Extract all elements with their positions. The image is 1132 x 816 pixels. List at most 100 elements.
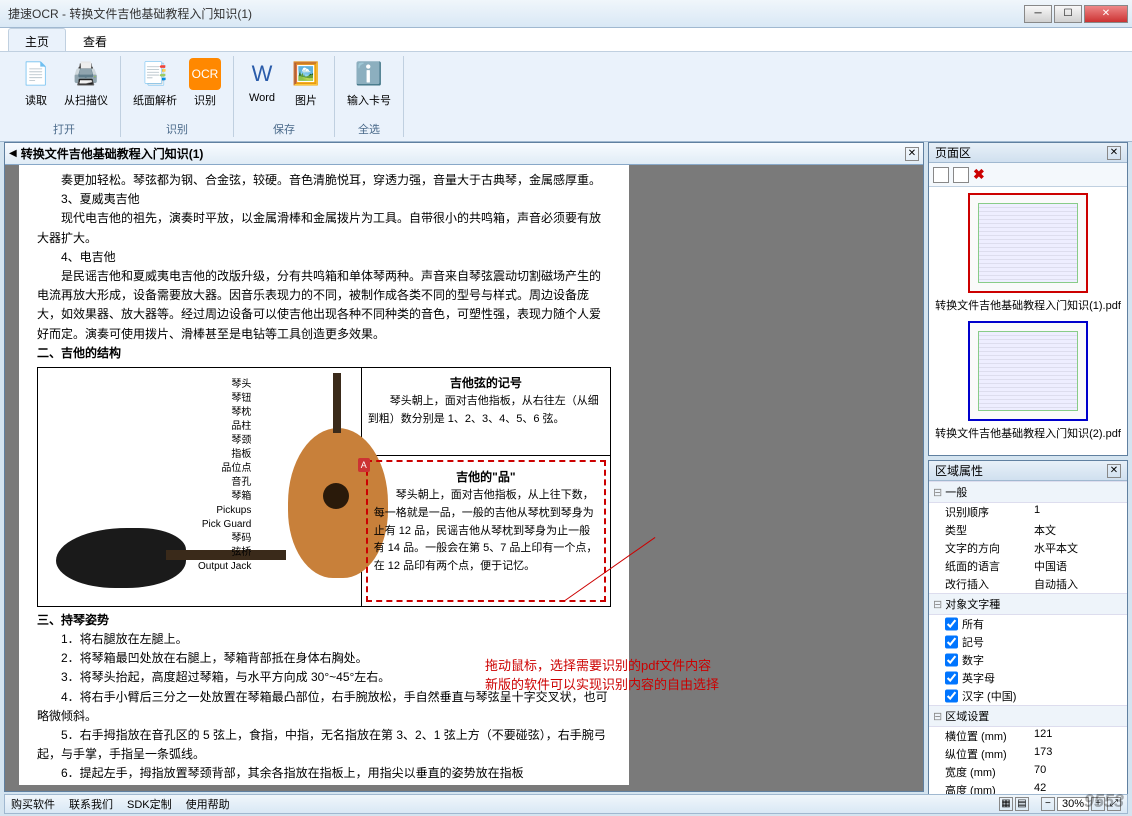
ocr-button[interactable]: OCR识别: [183, 56, 227, 121]
properties-list: 一般 识别顺序1 类型本文 文字的方向水平本文 纸面的语言中国语 改行插入自动插…: [929, 481, 1127, 799]
heading-3: 3、夏威夷吉他: [37, 190, 611, 209]
selection-region[interactable]: A 吉他的"品" 琴头朝上，面对吉他指板，从上往下数，每一格就是一品，一般的吉他…: [366, 460, 606, 602]
delete-page-icon[interactable]: ✖: [973, 166, 985, 183]
status-link-sdk[interactable]: SDK定制: [127, 796, 172, 812]
prop-group-general[interactable]: 一般: [929, 481, 1127, 503]
prop-group-region[interactable]: 区域设置: [929, 705, 1127, 727]
guitar-diagram: 琴头 琴钮 琴枕 品柱 琴颈 指板 品位点 音孔 琴箱 Pickups Pick…: [37, 367, 611, 607]
read-button[interactable]: 📄读取: [14, 56, 58, 121]
view-mode-icon[interactable]: ▦: [999, 797, 1013, 811]
ocr-icon: OCR: [189, 58, 221, 90]
view-mode-2[interactable]: [953, 167, 969, 183]
document-tab[interactable]: 转换文件吉他基础教程入门知识(1): [21, 145, 204, 162]
electric-guitar-shape: [56, 528, 186, 588]
thumbnail-label: 转换文件吉他基础教程入门知识(1).pdf: [935, 297, 1121, 313]
status-link-help[interactable]: 使用帮助: [186, 796, 230, 812]
diagram-right: 吉他弦的记号 琴头朝上，面对吉他指板，从右往左（从细到粗）数分别是 1、2、3、…: [362, 368, 610, 606]
status-link-buy[interactable]: 购买软件: [11, 796, 55, 812]
scanner-button[interactable]: 🖨️从扫描仪: [58, 56, 114, 121]
box-body: 琴头朝上，面对吉他指板，从上往下数，每一格就是一品，一般的吉他从琴枕到琴身为止有…: [374, 487, 598, 575]
box-body: 琴头朝上，面对吉他指板，从右往左（从细到粗）数分别是 1、2、3、4、5、6 弦…: [368, 393, 604, 428]
document-panel: ◀ 转换文件吉他基础教程入门知识(1) ✕ 奏更加轻松。琴弦都为钢、合金弦，较硬…: [4, 142, 924, 792]
list-item: 5．右手拇指放在音孔区的 5 弦上，食指，中指，无名指放在第 3、2、1 弦上方…: [37, 726, 611, 764]
region-marker-icon: A: [358, 458, 370, 472]
prop-row[interactable]: 横位置 (mm)121: [929, 727, 1127, 745]
chevron-left-icon[interactable]: ◀: [9, 148, 17, 159]
checkbox-hanzi[interactable]: [945, 688, 958, 704]
page-thumbnail[interactable]: 转换文件吉他基础教程入门知识(1).pdf: [935, 193, 1121, 313]
prop-row-checkbox[interactable]: 記号: [929, 633, 1127, 651]
document-viewport[interactable]: 奏更加轻松。琴弦都为钢、合金弦，较硬。音色清脆悦耳，穿透力强，音量大于古典琴，金…: [5, 165, 923, 791]
pages-toolbar: ✖: [929, 163, 1127, 187]
status-bar: 购买软件 联系我们 SDK定制 使用帮助 ▦ ▤ − 30% + ⤢: [4, 794, 1128, 814]
card-button[interactable]: ℹ️输入卡号: [341, 56, 397, 121]
ribbon-group-open: 📄读取 🖨️从扫描仪 打开: [8, 56, 121, 137]
prop-row[interactable]: 宽度 (mm)70: [929, 763, 1127, 781]
checkbox-digit[interactable]: [945, 652, 958, 668]
ribbon: 📄读取 🖨️从扫描仪 打开 📑纸面解析 OCR识别 识别 WWord 🖼️图片 …: [0, 52, 1132, 142]
info-icon: ℹ️: [353, 58, 385, 90]
properties-panel-header: 区域属性 ✕: [929, 461, 1127, 481]
body-text: 现代电吉他的祖先，演奏时平放，以金属滑棒和金属拨片为工具。自带很小的共鸣箱，声音…: [37, 209, 611, 247]
view-mode-1[interactable]: [933, 167, 949, 183]
document-tab-bar: ◀ 转换文件吉他基础教程入门知识(1) ✕: [5, 143, 923, 165]
ribbon-tabs: 主页 查看: [0, 28, 1132, 52]
ribbon-group-save: WWord 🖼️图片 保存: [234, 56, 335, 137]
string-notation-box: 吉他弦的记号 琴头朝上，面对吉他指板，从右往左（从细到粗）数分别是 1、2、3、…: [362, 368, 610, 456]
document-tab-close[interactable]: ✕: [905, 147, 919, 161]
checkbox-alpha[interactable]: [945, 670, 958, 686]
parse-button[interactable]: 📑纸面解析: [127, 56, 183, 121]
prop-row[interactable]: 类型本文: [929, 521, 1127, 539]
zoom-out-button[interactable]: −: [1041, 797, 1055, 811]
parse-icon: 📑: [139, 58, 171, 90]
word-button[interactable]: WWord: [240, 56, 284, 121]
main-area: ◀ 转换文件吉他基础教程入门知识(1) ✕ 奏更加轻松。琴弦都为钢、合金弦，较硬…: [4, 142, 1128, 792]
checkbox-symbol[interactable]: [945, 634, 958, 650]
minimize-button[interactable]: ─: [1024, 5, 1052, 23]
ribbon-group-select: ℹ️输入卡号 全选: [335, 56, 404, 137]
image-button[interactable]: 🖼️图片: [284, 56, 328, 121]
part-labels: 琴头 琴钮 琴枕 品柱 琴颈 指板 品位点 音孔 琴箱 Pickups Pick…: [198, 378, 251, 574]
prop-row[interactable]: 纵位置 (mm)173: [929, 745, 1127, 763]
watermark: 9553: [1084, 791, 1124, 812]
checkbox-all[interactable]: [945, 616, 958, 632]
prop-row[interactable]: 文字的方向水平本文: [929, 539, 1127, 557]
maximize-button[interactable]: ☐: [1054, 5, 1082, 23]
prop-row[interactable]: 识别顺序1: [929, 503, 1127, 521]
prop-group-charset[interactable]: 对象文字種: [929, 593, 1127, 615]
heading-hold: 三、持琴姿势: [37, 611, 611, 630]
status-link-contact[interactable]: 联系我们: [69, 796, 113, 812]
right-column: 页面区 ✕ ✖ 转换文件吉他基础教程入门知识(1).pdf 转换文件吉他基础教程…: [928, 142, 1128, 792]
thumbnail-image: [968, 193, 1088, 293]
prop-row[interactable]: 改行插入自动插入: [929, 575, 1127, 593]
group-label-save: 保存: [273, 121, 295, 137]
body-text: 奏更加轻松。琴弦都为钢、合金弦，较硬。音色清脆悦耳，穿透力强，音量大于古典琴，金…: [37, 171, 611, 190]
heading-structure: 二、吉他的结构: [37, 344, 611, 363]
prop-row[interactable]: 纸面的语言中国语: [929, 557, 1127, 575]
page-thumbnail[interactable]: 转换文件吉他基础教程入门知识(2).pdf: [935, 321, 1121, 441]
prop-row-checkbox[interactable]: 所有: [929, 615, 1127, 633]
prop-row-checkbox[interactable]: 数字: [929, 651, 1127, 669]
close-button[interactable]: ✕: [1084, 5, 1128, 23]
image-icon: 🖼️: [290, 58, 322, 90]
thumbnail-list[interactable]: 转换文件吉他基础教程入门知识(1).pdf 转换文件吉他基础教程入门知识(2).…: [929, 187, 1127, 455]
group-label-recognize: 识别: [166, 121, 188, 137]
prop-row-checkbox[interactable]: 汉字 (中国): [929, 687, 1127, 705]
list-item: 6．提起左手，拇指放置琴颈背部，其余各指放在指板上，用指尖以垂直的姿势放在指板: [37, 764, 611, 783]
list-item: 1．将右腿放在左腿上。: [37, 630, 611, 649]
tab-view[interactable]: 查看: [66, 28, 124, 51]
word-icon: W: [246, 58, 278, 90]
panel-close-icon[interactable]: ✕: [1107, 464, 1121, 478]
prop-row-checkbox[interactable]: 英字母: [929, 669, 1127, 687]
box-title: 吉他的"品": [374, 468, 598, 487]
view-mode-icon[interactable]: ▤: [1015, 797, 1029, 811]
pages-panel-header: 页面区 ✕: [929, 143, 1127, 163]
group-label-open: 打开: [53, 121, 75, 137]
group-label-select: 全选: [358, 121, 380, 137]
tab-home[interactable]: 主页: [8, 28, 66, 51]
title-bar: 捷速OCR - 转换文件吉他基础教程入门知识(1) ─ ☐ ✕: [0, 0, 1132, 28]
panel-close-icon[interactable]: ✕: [1107, 146, 1121, 160]
window-title: 捷速OCR - 转换文件吉他基础教程入门知识(1): [8, 5, 252, 22]
heading-4: 4、电吉他: [37, 248, 611, 267]
pages-panel: 页面区 ✕ ✖ 转换文件吉他基础教程入门知识(1).pdf 转换文件吉他基础教程…: [928, 142, 1128, 456]
